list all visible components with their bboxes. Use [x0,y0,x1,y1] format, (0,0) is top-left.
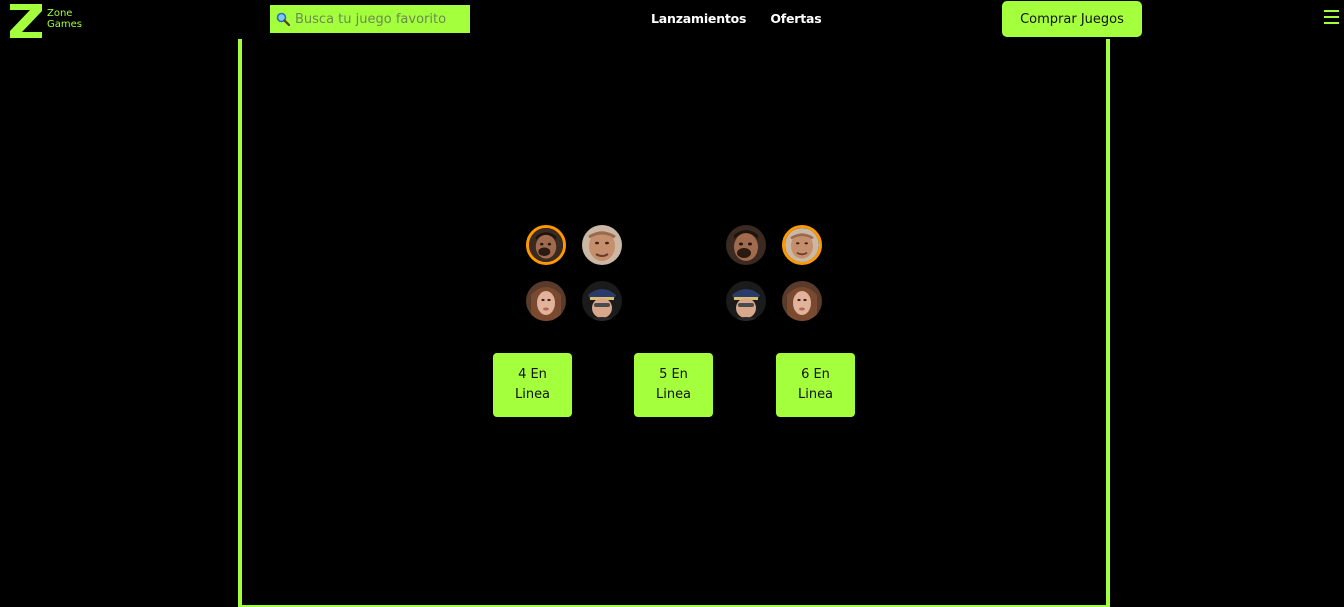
mode-5-en-linea-button[interactable]: 5 En Linea [634,353,713,417]
face-2-icon [582,225,622,265]
left-player-avatar-face-3[interactable] [526,281,566,321]
face-3-icon [526,281,566,321]
nav-link-ofertas[interactable]: Ofertas [770,11,821,26]
z-logo-icon [10,4,42,38]
right-player-avatar-face-2[interactable] [782,225,822,265]
buy-games-button[interactable]: Comprar Juegos [1002,1,1142,37]
search-bar[interactable] [270,5,470,33]
right-player-avatar-police-face[interactable] [726,281,766,321]
right-player-avatar-face-3[interactable] [782,281,822,321]
logo-text: Zone Games [47,8,82,30]
left-player-avatar-face-1[interactable] [526,225,566,265]
logo-line-1: Zone [47,8,73,19]
left-player-avatar-police-face[interactable] [582,281,622,321]
game-board [238,39,1110,607]
face-2-icon [785,228,819,262]
zone-games-logo[interactable]: Zone Games [8,2,98,38]
police-face-icon [582,281,622,321]
police-face-icon [726,281,766,321]
top-navbar: Zone Games Lanzamientos Ofertas Comprar … [0,0,1344,39]
right-player-avatar-face-1[interactable] [726,225,766,265]
mode-4-en-linea-button[interactable]: 4 En Linea [493,353,572,417]
face-1-icon [529,228,563,262]
magnifier-icon [276,12,290,26]
mode-6-en-linea-button[interactable]: 6 En Linea [776,353,855,417]
search-input[interactable] [295,7,465,31]
left-player-avatar-face-2[interactable] [582,225,622,265]
face-1-icon [726,225,766,265]
nav-links: Lanzamientos Ofertas [651,11,822,26]
face-3-icon [782,281,822,321]
hamburger-icon[interactable] [1324,10,1339,25]
logo-line-2: Games [47,19,82,30]
nav-link-lanzamientos[interactable]: Lanzamientos [651,11,747,26]
